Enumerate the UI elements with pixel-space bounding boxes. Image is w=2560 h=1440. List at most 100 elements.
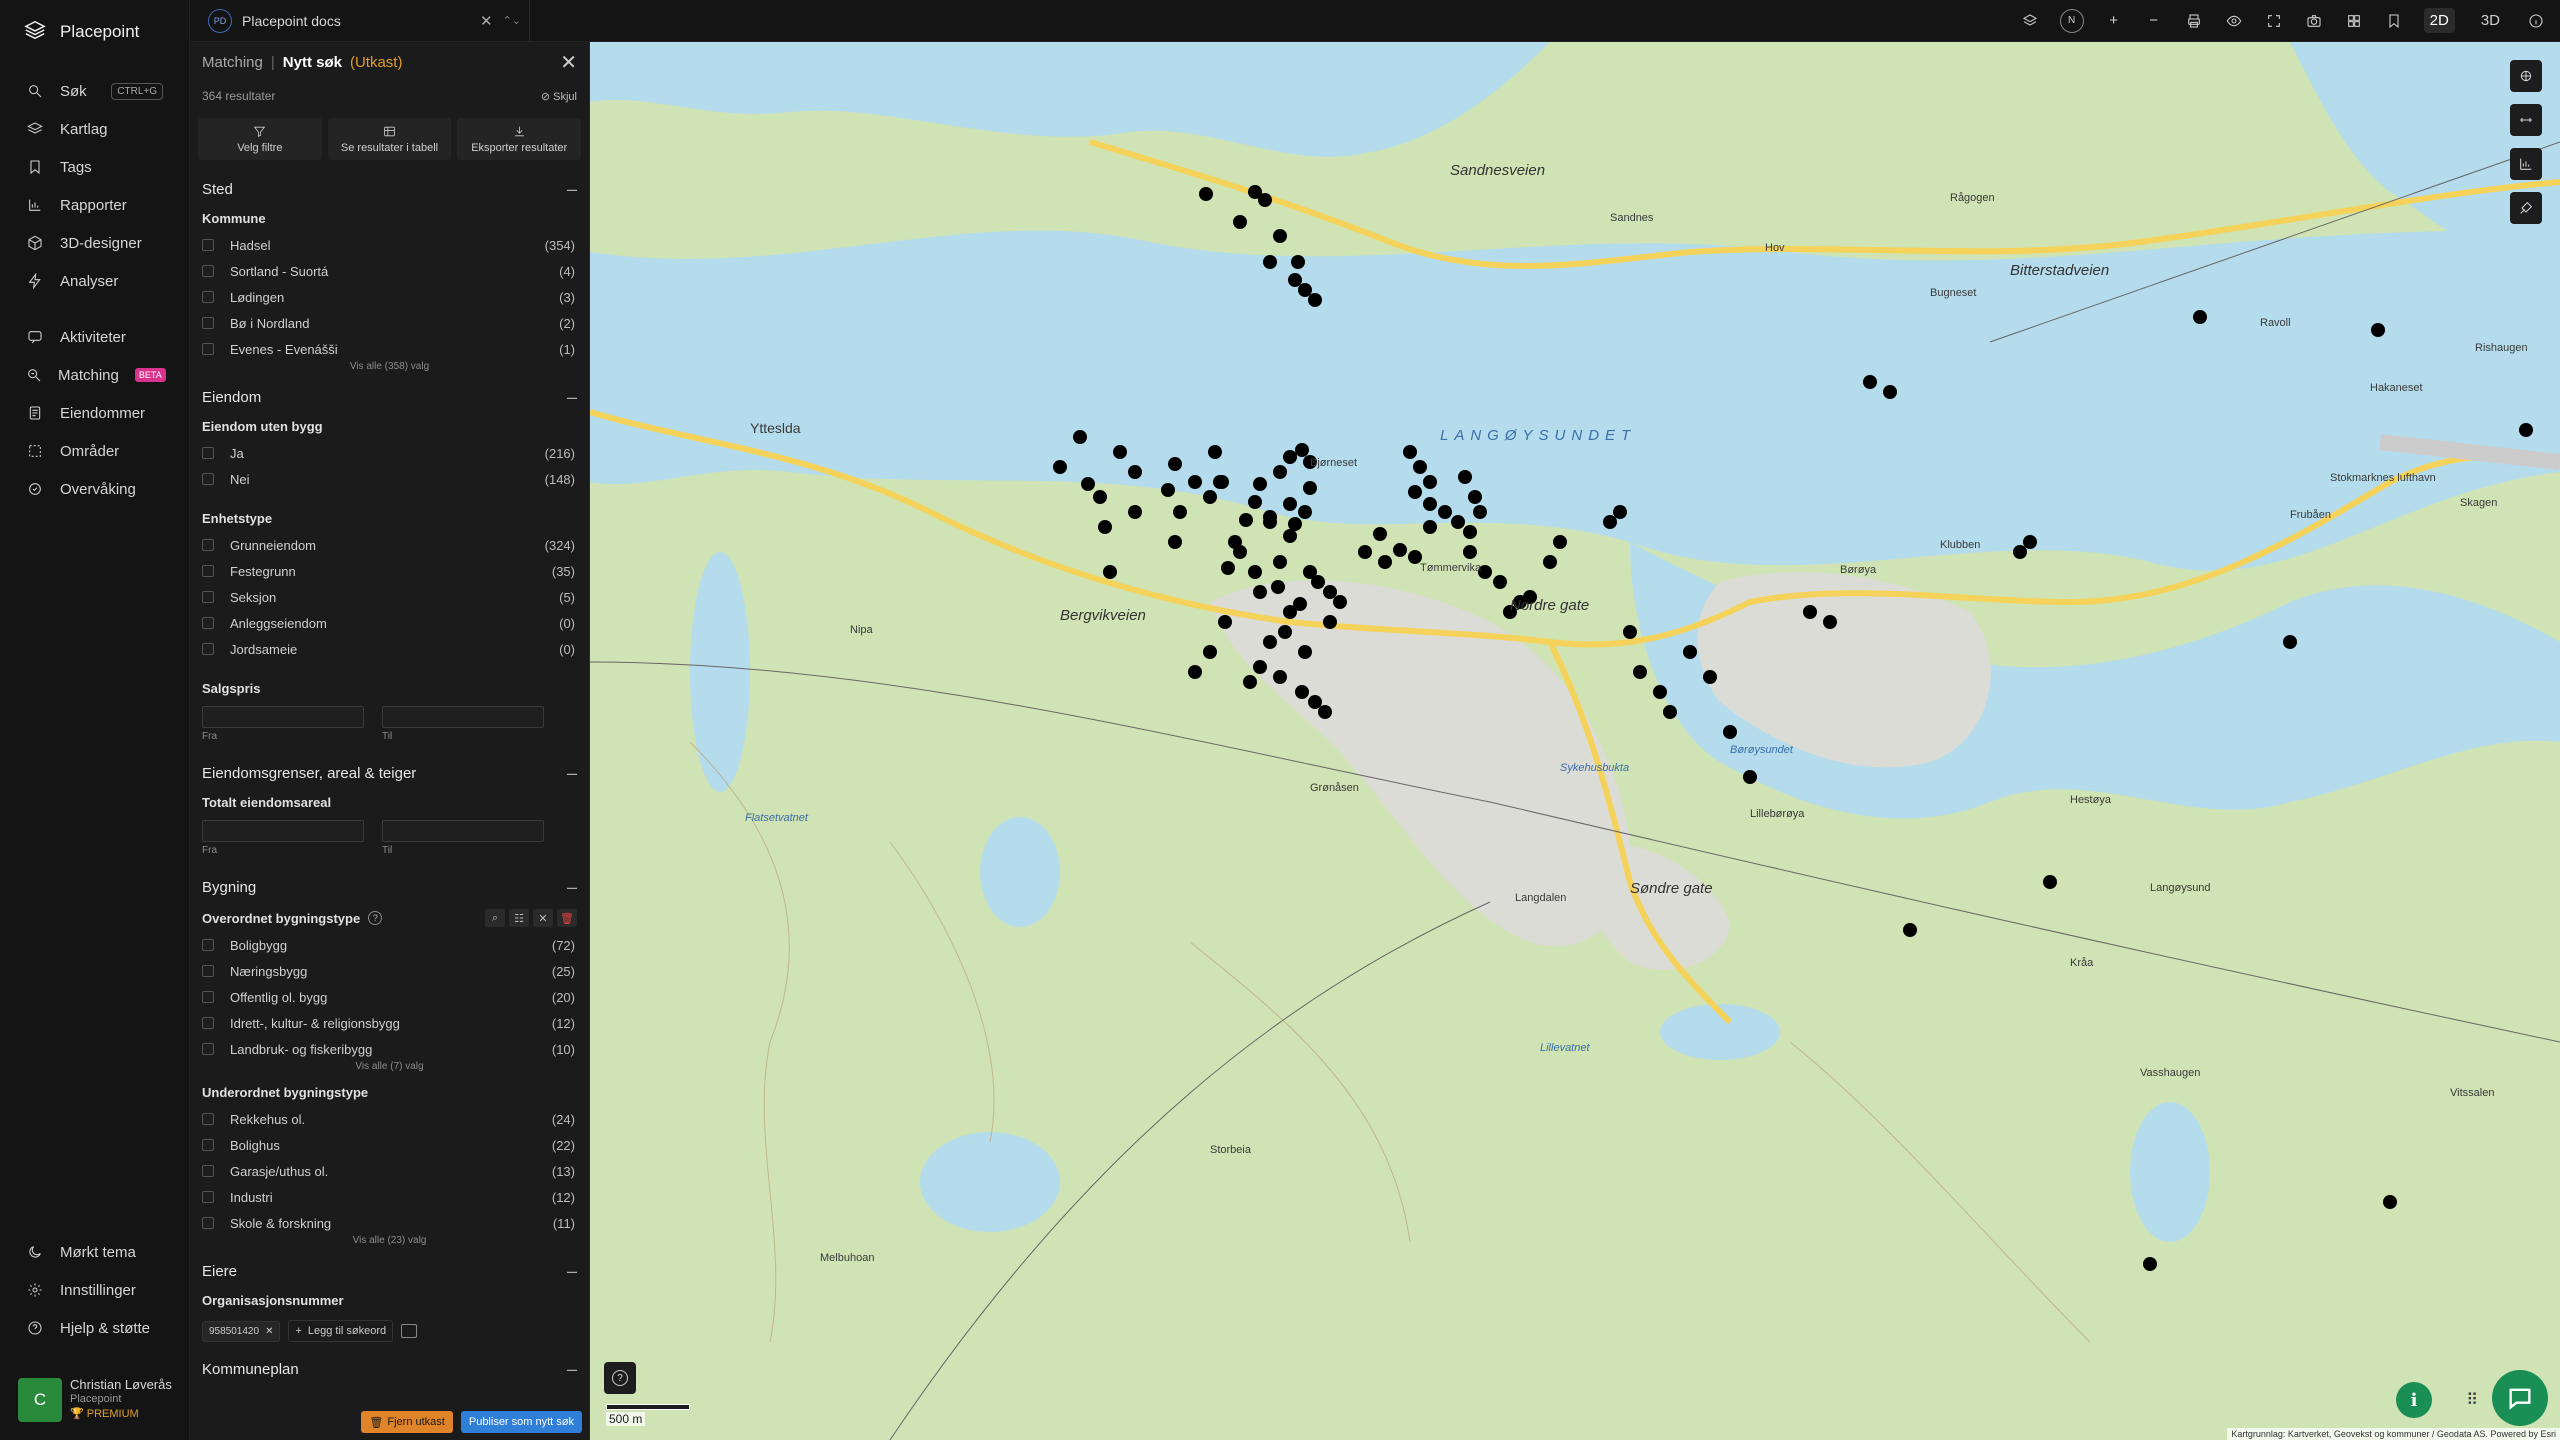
collapse-icon[interactable]: –: [567, 1359, 577, 1380]
zoom-in-icon[interactable]: +: [2104, 11, 2124, 31]
checkbox[interactable]: [202, 1113, 214, 1125]
checkbox[interactable]: [202, 617, 214, 629]
filter-option[interactable]: Hadsel (354): [190, 232, 589, 258]
filter-option[interactable]: Idrett-, kultur- & religionsbygg (12): [190, 1010, 589, 1036]
checkbox[interactable]: [202, 447, 214, 459]
checkbox[interactable]: [202, 473, 214, 485]
filter-option[interactable]: Næringsbygg (25): [190, 958, 589, 984]
measure-tool-icon[interactable]: [2510, 104, 2542, 136]
filter-option[interactable]: Garasje/uthus ol. (13): [190, 1158, 589, 1184]
filter-option[interactable]: Bolighus (22): [190, 1132, 589, 1158]
bookmark-icon[interactable]: [2384, 11, 2404, 31]
nav-item-search[interactable]: Søk CTRL+G: [0, 72, 189, 110]
org-number-chip[interactable]: 958501420 ✕: [202, 1320, 281, 1342]
filter-option[interactable]: Sortland - Suortá (4): [190, 258, 589, 284]
show-all-underordnet[interactable]: Vis alle (23) valg: [190, 1232, 589, 1250]
nav-item-help[interactable]: Hjelp & støtte: [0, 1309, 190, 1347]
filter-option[interactable]: Rekkehus ol. (24): [190, 1106, 589, 1132]
breadcrumb-matching[interactable]: Matching: [202, 54, 263, 71]
clear-icon[interactable]: ✕: [533, 909, 553, 927]
workspace-selector[interactable]: PD Placepoint docs ✕ ⌃⌄: [190, 0, 530, 42]
zoom-out-icon[interactable]: −: [2144, 11, 2164, 31]
checkbox[interactable]: [202, 1043, 214, 1055]
checkbox[interactable]: [202, 1217, 214, 1229]
areal-to-input[interactable]: [382, 820, 544, 842]
checkbox[interactable]: [202, 1017, 214, 1029]
checkbox[interactable]: [202, 343, 214, 355]
grid-icon[interactable]: [2344, 11, 2364, 31]
map-info-button[interactable]: i: [2396, 1382, 2432, 1418]
brand[interactable]: Placepoint: [0, 0, 189, 64]
remove-draft-button[interactable]: 🗑 Fjern utkast: [361, 1411, 453, 1433]
export-results-button[interactable]: Eksporter resultater: [457, 118, 582, 160]
collapse-icon[interactable]: –: [567, 763, 577, 784]
checkbox[interactable]: [202, 265, 214, 277]
info-icon[interactable]: [2526, 11, 2546, 31]
collapse-icon[interactable]: –: [567, 179, 577, 200]
checkbox[interactable]: [202, 591, 214, 603]
chevron-updown-icon[interactable]: ⌃⌄: [503, 14, 529, 27]
add-keyword-button[interactable]: + Legg til søkeord: [288, 1320, 394, 1342]
grip-icon[interactable]: ⠿: [2466, 1390, 2478, 1410]
map-layers-tool-icon[interactable]: [2510, 60, 2542, 92]
help-icon[interactable]: ?: [368, 911, 383, 925]
filter-option[interactable]: Offentlig ol. bygg (20): [190, 984, 589, 1010]
salgspris-from-input[interactable]: [202, 706, 364, 728]
map-help-button[interactable]: ?: [604, 1362, 636, 1394]
section-grenser[interactable]: Eiendomsgrenser, areal & teiger –: [190, 756, 589, 790]
checkbox[interactable]: [202, 291, 214, 303]
checkbox[interactable]: [202, 317, 214, 329]
layers-stack-icon[interactable]: [2020, 11, 2040, 31]
checkbox[interactable]: [202, 565, 214, 577]
search-icon[interactable]: ⌕: [485, 909, 505, 927]
nav-item-settings[interactable]: Innstillinger: [0, 1271, 190, 1309]
compass-button[interactable]: N: [2059, 8, 2084, 33]
section-eiendom[interactable]: Eiendom –: [190, 380, 589, 414]
print-icon[interactable]: [2184, 11, 2204, 31]
nav-item-3d-designer[interactable]: 3D-designer: [0, 224, 189, 262]
remove-chip-icon[interactable]: ✕: [265, 1326, 273, 1337]
view-2d-button[interactable]: 2D: [2423, 8, 2455, 33]
nav-item-reports[interactable]: Rapporter: [0, 186, 189, 224]
filter-option[interactable]: Seksjon (5): [190, 584, 589, 610]
salgspris-to-input[interactable]: [382, 706, 544, 728]
filter-option[interactable]: Ja (216): [190, 440, 589, 466]
section-kommuneplan[interactable]: Kommuneplan –: [190, 1352, 589, 1386]
collapse-icon[interactable]: –: [567, 1261, 577, 1282]
checkbox[interactable]: [202, 965, 214, 977]
checkbox[interactable]: [202, 239, 214, 251]
nav-item-kartlag[interactable]: Kartlag: [0, 110, 189, 148]
filter-option[interactable]: Lødingen (3): [190, 284, 589, 310]
show-all-overordnet[interactable]: Vis alle (7) valg: [190, 1058, 589, 1076]
filter-option[interactable]: Grunneiendom (324): [190, 532, 589, 558]
nav-item-matching[interactable]: Matching BETA: [0, 356, 189, 394]
chart-tool-icon[interactable]: [2510, 148, 2542, 180]
hide-button[interactable]: ⊘ Skjul: [541, 90, 577, 103]
filter-option[interactable]: Boligbygg (72): [190, 932, 589, 958]
map-view[interactable]: LANGØYSUNDET Bergvikveien Nordre gate Sø…: [590, 42, 2560, 1440]
map-canvas[interactable]: [590, 42, 2560, 1440]
checkbox[interactable]: [202, 939, 214, 951]
checkbox[interactable]: [202, 991, 214, 1003]
view-table-button[interactable]: Se resultater i tabell: [327, 118, 452, 160]
checkbox[interactable]: [202, 1139, 214, 1151]
nav-item-properties[interactable]: Eiendommer: [0, 394, 189, 432]
eye-icon[interactable]: [2224, 11, 2244, 31]
draw-tool-icon[interactable]: [2510, 192, 2542, 224]
collapse-icon[interactable]: –: [567, 387, 577, 408]
areal-from-input[interactable]: [202, 820, 364, 842]
filter-option[interactable]: Festegrunn (35): [190, 558, 589, 584]
show-all-kommune[interactable]: Vis alle (358) valg: [190, 358, 589, 376]
filter-option[interactable]: Nei (148): [190, 466, 589, 492]
list-icon[interactable]: ☷: [509, 909, 529, 927]
filter-option[interactable]: Industri (12): [190, 1184, 589, 1210]
collapse-icon[interactable]: –: [567, 877, 577, 898]
section-sted[interactable]: Sted –: [190, 172, 589, 206]
filter-option[interactable]: Jordsameie (0): [190, 636, 589, 662]
nav-item-activities[interactable]: Aktiviteter: [0, 318, 189, 356]
fullscreen-icon[interactable]: [2264, 11, 2284, 31]
checkbox[interactable]: [202, 1165, 214, 1177]
section-bygning[interactable]: Bygning –: [190, 870, 589, 904]
checkbox[interactable]: [202, 643, 214, 655]
publish-button[interactable]: Publiser som nytt søk: [460, 1411, 582, 1433]
